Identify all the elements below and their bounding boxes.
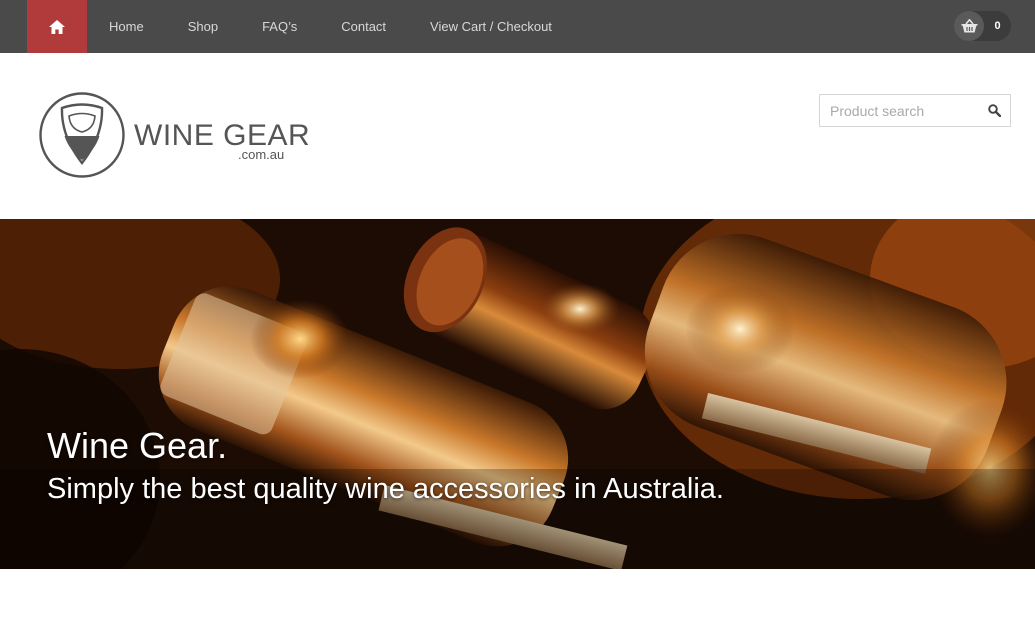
site-logo[interactable]: WINE GEAR .com.au (39, 92, 310, 178)
top-nav-bar: Home Shop FAQ’s Contact View Cart / Chec… (0, 0, 1035, 53)
logo-domain-suffix: .com.au (238, 147, 285, 162)
product-search-box (819, 94, 1011, 127)
home-icon (49, 19, 65, 34)
site-header: WINE GEAR .com.au (0, 53, 1035, 219)
hero-banner: Wine Gear. Simply the best quality wine … (0, 219, 1035, 569)
nav-faqs[interactable]: FAQ’s (240, 0, 319, 53)
main-menu: Home Shop FAQ’s Contact View Cart / Chec… (87, 0, 574, 53)
cart-button[interactable]: 0 (954, 11, 1011, 41)
search-button[interactable] (978, 95, 1010, 126)
cart-icon-container (954, 11, 984, 41)
product-search-input[interactable] (820, 95, 980, 126)
hero-subtitle: Simply the best quality wine accessories… (47, 473, 724, 505)
nav-contact[interactable]: Contact (319, 0, 408, 53)
wine-glass-logo-icon (39, 92, 125, 178)
nav-view-cart-checkout[interactable]: View Cart / Checkout (408, 0, 574, 53)
search-icon (987, 104, 1001, 117)
nav-home[interactable]: Home (87, 0, 166, 53)
hero-title: Wine Gear. (47, 425, 228, 466)
basket-icon (961, 19, 977, 33)
home-button[interactable] (27, 0, 87, 53)
nav-shop[interactable]: Shop (166, 0, 240, 53)
wine-bottles-photo (0, 219, 1035, 569)
cart-count-badge: 0 (994, 20, 1001, 32)
